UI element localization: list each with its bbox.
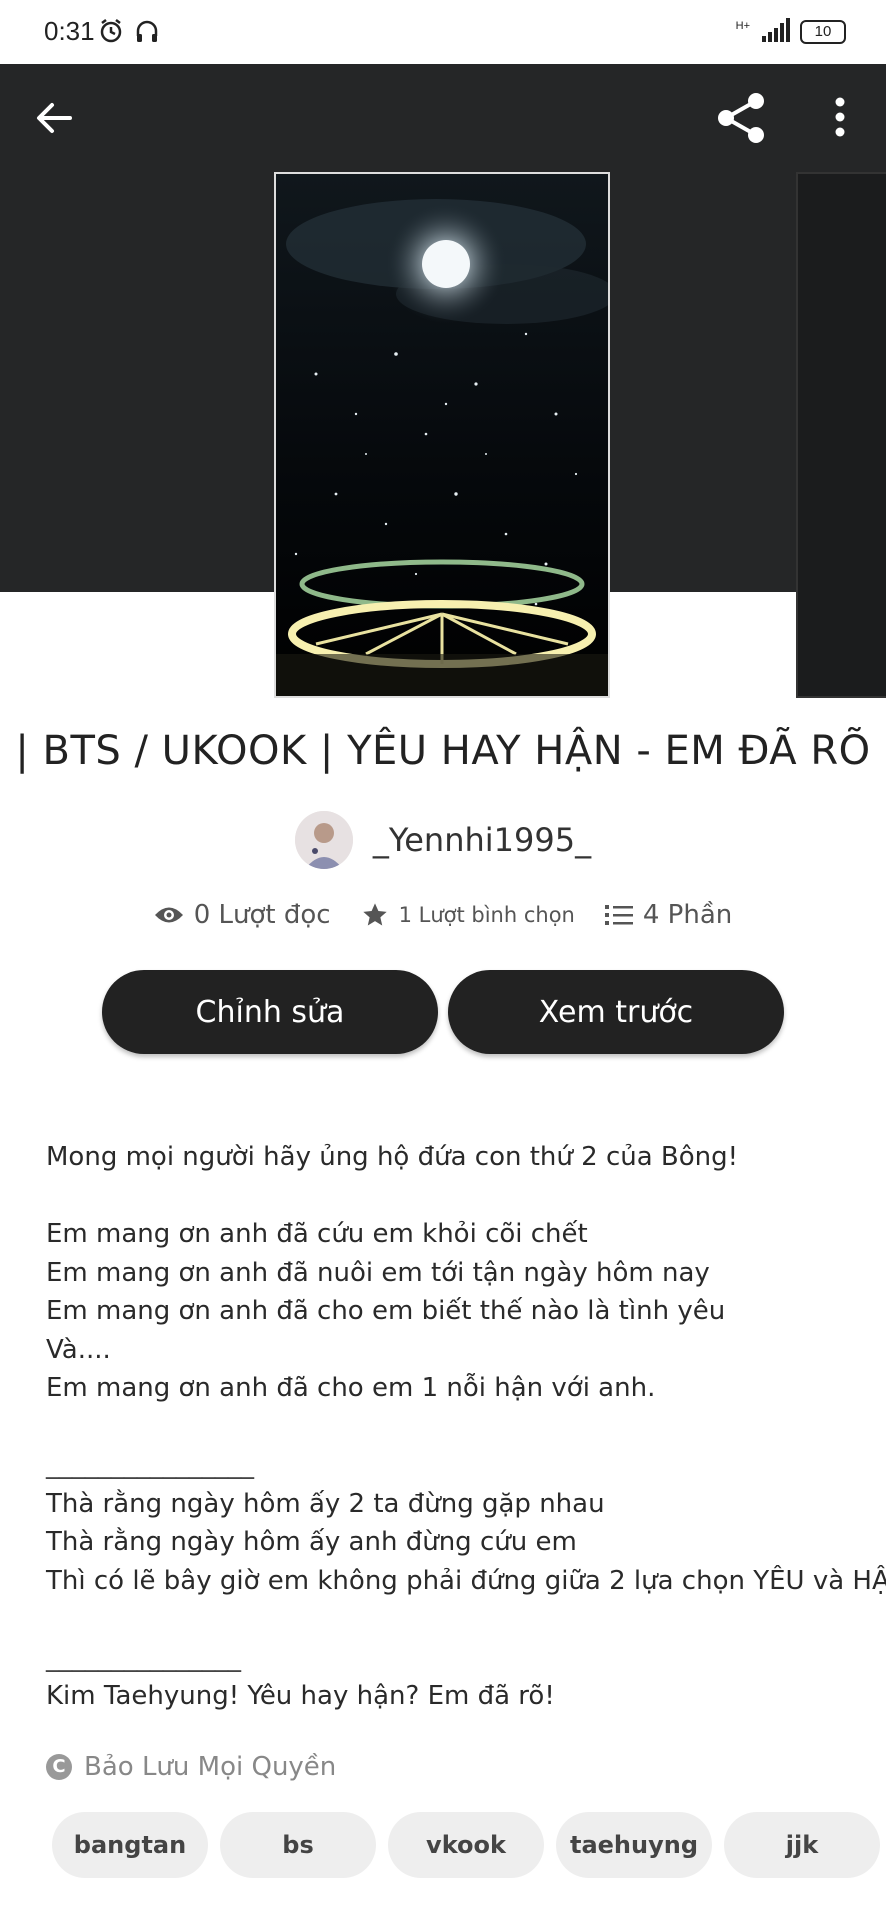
description-line: Mong mọi người hãy ủng hộ đứa con thứ 2 …	[46, 1142, 739, 1172]
more-vertical-icon	[835, 97, 845, 137]
description-line: Em mang ơn anh đã nuôi em tới tận ngày h…	[46, 1257, 710, 1288]
author-name[interactable]: _Yennhi1995_	[373, 821, 591, 859]
tag-chip[interactable]: vkook	[388, 1812, 544, 1878]
back-button[interactable]	[30, 94, 78, 142]
description-line	[46, 1177, 866, 1216]
tag-list: bangtan bs vkook taehuyng jjk	[52, 1812, 886, 1878]
description-line: Và....	[46, 1334, 111, 1365]
description-line: Em mang ơn anh đã cho em 1 nỗi hận với a…	[46, 1373, 656, 1403]
back-arrow-icon	[37, 103, 72, 133]
description-divider: ________________	[46, 1450, 254, 1480]
copyright-notice: C Bảo Lưu Mọi Quyền	[46, 1752, 336, 1782]
network-type: H+	[735, 20, 750, 32]
edit-button[interactable]: Chỉnh sửa	[102, 970, 438, 1054]
share-button[interactable]	[716, 92, 766, 144]
status-bar: 0:31 H+ 10	[0, 0, 886, 64]
battery-level: 10	[814, 23, 832, 40]
next-cover-peek[interactable]	[796, 172, 886, 698]
description-line	[46, 1408, 866, 1447]
avatar[interactable]	[294, 811, 353, 869]
copyright-icon: C	[46, 1754, 72, 1780]
tag-chip[interactable]: bs	[220, 1812, 376, 1878]
author-row[interactable]: _Yennhi1995_	[0, 810, 886, 870]
preview-button[interactable]: Xem trước	[448, 970, 784, 1054]
parts-count[interactable]: 4 Phần	[643, 900, 732, 930]
share-icon	[718, 93, 764, 143]
reads-stat: 0 Lượt đọc	[154, 900, 331, 930]
tag-chip[interactable]: bangtan	[52, 1812, 208, 1878]
book-cover[interactable]	[274, 172, 610, 698]
description-line	[46, 1600, 866, 1639]
description-divider: _______________	[46, 1642, 241, 1673]
battery-icon: 10	[800, 20, 846, 44]
description-line: Em mang ơn anh đã cho em biết thế nào là…	[46, 1296, 726, 1326]
more-options-button[interactable]	[820, 96, 860, 140]
description-line: Thì có lẽ bây giờ em không phải đứng giữ…	[46, 1565, 886, 1596]
headphones-icon	[134, 18, 160, 48]
signal-icon	[760, 18, 790, 46]
status-time: 0:31	[44, 16, 95, 46]
description-line: Thà rằng ngày hôm ấy anh đừng cứu em	[46, 1527, 577, 1557]
copyright-text: Bảo Lưu Mọi Quyền	[84, 1752, 337, 1782]
list-icon	[604, 905, 633, 925]
star-icon	[362, 903, 387, 926]
reads-count: 0 Lượt đọc	[193, 900, 331, 930]
tag-chip[interactable]: taehuyng	[556, 1812, 712, 1878]
description-line: Thà rằng ngày hôm ấy 2 ta đừng gặp nhau	[46, 1488, 605, 1519]
tag-chip[interactable]: jjk	[724, 1812, 880, 1878]
story-description: Mong mọi người hãy ủng hộ đứa con thứ 2 …	[46, 1138, 886, 1716]
parts-stat[interactable]: 4 Phần	[604, 900, 732, 930]
eye-icon	[154, 907, 183, 923]
story-stats: 0 Lượt đọc 1 Lượt bình chọn 4 Phần	[0, 900, 886, 930]
story-title: | BTS / UKOOK | YÊU HAY HẬN - EM ĐÃ RÕ	[15, 728, 871, 774]
votes-stat: 1 Lượt bình chọn	[361, 901, 575, 929]
votes-count: 1 Lượt bình chọn	[398, 903, 575, 927]
description-line: Kim Taehyung! Yêu hay hận? Em đã rõ!	[46, 1681, 555, 1711]
description-line: Em mang ơn anh đã cứu em khỏi cõi chết	[46, 1219, 588, 1249]
cover-image-night-sky	[276, 174, 608, 696]
alarm-icon	[98, 18, 124, 48]
